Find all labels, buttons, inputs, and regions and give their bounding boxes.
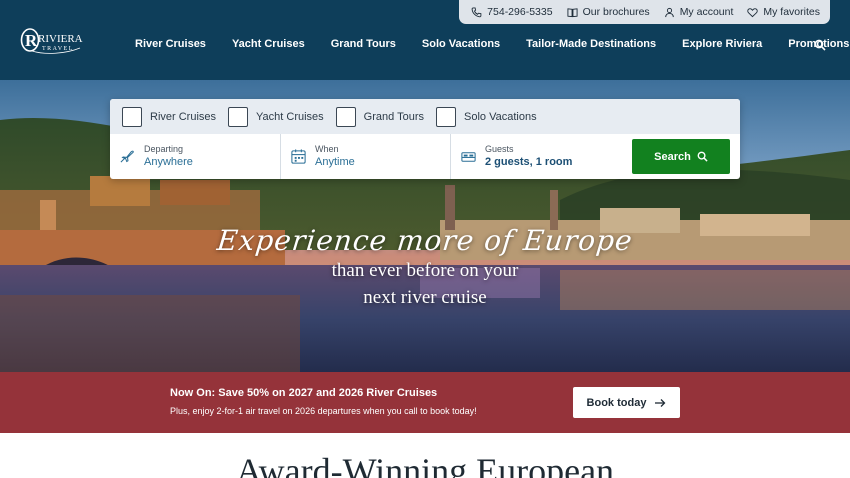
- account-label: My account: [679, 6, 734, 18]
- nav-grand-tours[interactable]: Grand Tours: [318, 38, 409, 50]
- hero-tagline: Experience more of Europe: [215, 224, 635, 257]
- utility-bar: 754-296-5335 Our brochures My account My…: [459, 0, 830, 24]
- riviera-logo[interactable]: R RIVIERA TRAVEL: [20, 24, 88, 56]
- user-icon: [664, 7, 674, 17]
- nav-explore-riviera[interactable]: Explore Riviera: [669, 38, 775, 50]
- arrow-right-icon: [655, 398, 666, 407]
- departing-value: Anywhere: [144, 156, 193, 168]
- brochures-label: Our brochures: [582, 6, 650, 18]
- tab-label: River Cruises: [150, 110, 217, 123]
- guests-value: 2 guests, 1 room: [485, 156, 573, 168]
- tab-solo-vacations[interactable]: Solo Vacations: [436, 106, 537, 127]
- calendar-icon: [291, 149, 306, 164]
- tab-grand-tours[interactable]: Grand Tours: [335, 106, 424, 127]
- svg-text:R: R: [25, 31, 38, 50]
- nav-solo-vacations[interactable]: Solo Vacations: [409, 38, 513, 50]
- promo-title: Now On: Save 50% on 2027 and 2026 River …: [170, 387, 438, 399]
- promo-text: Plus, enjoy 2-for-1 air travel on 2026 d…: [170, 406, 477, 416]
- search-fields: Departing Anywhere When Anytime Guests 2…: [110, 134, 740, 179]
- search-icon: [814, 39, 826, 51]
- checkbox[interactable]: [228, 106, 249, 127]
- guests-field[interactable]: Guests 2 guests, 1 room: [451, 134, 621, 179]
- when-value: Anytime: [315, 156, 355, 168]
- site-header: 754-296-5335 Our brochures My account My…: [0, 0, 850, 80]
- favorites-label: My favorites: [763, 6, 820, 18]
- search-button-label: Search: [654, 150, 691, 163]
- tab-river-cruises[interactable]: River Cruises: [122, 106, 217, 127]
- bed-icon: [461, 152, 476, 162]
- tab-label: Solo Vacations: [464, 110, 537, 123]
- search-button[interactable]: Search: [632, 139, 730, 174]
- when-field[interactable]: When Anytime: [281, 134, 451, 179]
- hero: River Cruises Yacht Cruises Grand Tours …: [0, 80, 850, 372]
- logo-name: RIVIERA: [38, 33, 83, 45]
- nav-tailor-made[interactable]: Tailor-Made Destinations: [513, 38, 669, 50]
- account-link[interactable]: My account: [664, 6, 734, 18]
- book-today-button[interactable]: Book today: [573, 387, 680, 418]
- brochures-link[interactable]: Our brochures: [567, 6, 650, 18]
- nav-search-button[interactable]: [814, 38, 826, 56]
- checkbox[interactable]: [436, 106, 456, 127]
- section-title: Award-Winning European: [235, 451, 615, 478]
- guests-label: Guests: [485, 144, 514, 154]
- search-icon: [697, 151, 708, 162]
- favorites-link[interactable]: My favorites: [747, 6, 820, 18]
- main-nav: River Cruises Yacht Cruises Grand Tours …: [122, 38, 850, 51]
- heart-icon: [747, 7, 759, 17]
- book-icon: [567, 7, 578, 17]
- search-widget: River Cruises Yacht Cruises Grand Tours …: [110, 99, 740, 179]
- trip-type-tabs: River Cruises Yacht Cruises Grand Tours …: [110, 99, 740, 134]
- departing-field[interactable]: Departing Anywhere: [110, 134, 281, 179]
- hero-subline-1: than ever before on your: [331, 260, 519, 281]
- checkbox[interactable]: [335, 106, 356, 127]
- tab-yacht-cruises[interactable]: Yacht Cruises: [228, 106, 324, 127]
- tab-label: Grand Tours: [363, 110, 424, 123]
- book-today-label: Book today: [586, 396, 647, 409]
- nav-yacht-cruises[interactable]: Yacht Cruises: [219, 38, 318, 50]
- phone-icon: [471, 6, 482, 17]
- phone-number: 754-296-5335: [487, 6, 553, 18]
- plane-icon: [120, 150, 134, 163]
- promo-banner: Now On: Save 50% on 2027 and 2026 River …: [0, 372, 850, 433]
- when-label: When: [315, 144, 339, 154]
- hero-subline-2: next river cruise: [363, 287, 487, 308]
- nav-river-cruises[interactable]: River Cruises: [122, 38, 219, 50]
- tab-label: Yacht Cruises: [256, 110, 324, 123]
- phone-link[interactable]: 754-296-5335: [471, 6, 553, 18]
- nav-promotions[interactable]: Promotions: [775, 38, 850, 50]
- departing-label: Departing: [144, 144, 184, 154]
- checkbox[interactable]: [122, 106, 142, 127]
